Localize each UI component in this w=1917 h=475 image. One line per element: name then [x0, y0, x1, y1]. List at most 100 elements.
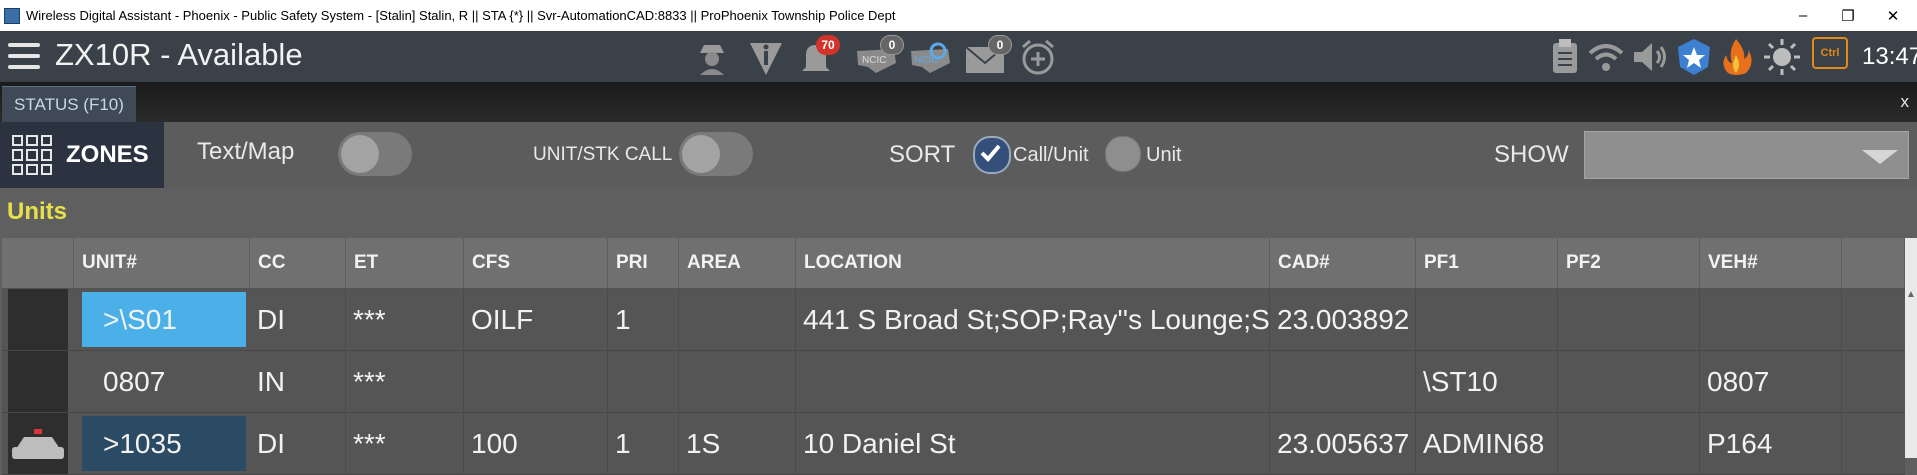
cell-unit[interactable]: >1035 — [96, 413, 250, 474]
tab-strip: STATUS (F10) x — [0, 82, 1917, 123]
header-extra — [1842, 238, 1905, 288]
cell-cc: DI — [250, 289, 346, 350]
restore-button[interactable]: ❐ — [1828, 0, 1868, 31]
sort-call-unit-radio[interactable] — [973, 136, 1011, 174]
vertical-scrollbar[interactable]: ▲ — [1905, 238, 1917, 458]
app-icon — [4, 7, 20, 24]
scroll-up-icon[interactable]: ▲ — [1906, 290, 1916, 300]
dropdown-arrow-icon — [1862, 150, 1898, 164]
show-label: SHOW — [1494, 141, 1569, 168]
unit-stk-call-label: UNIT/STK CALL — [533, 144, 673, 165]
sort-call-unit-label[interactable]: Call/Unit — [1013, 144, 1089, 167]
cell-pf2 — [1558, 289, 1700, 350]
col-pri[interactable]: PRI — [608, 238, 679, 288]
col-cc[interactable]: CC — [250, 238, 346, 288]
mail-count-badge: 0 — [988, 35, 1012, 55]
cell-cad: 23.005637 — [1270, 413, 1416, 474]
close-tab-button[interactable]: x — [1901, 92, 1910, 112]
cell-veh: 0807 — [1700, 351, 1842, 412]
cell-cc: IN — [250, 351, 346, 412]
clipboard-icon[interactable] — [1548, 37, 1582, 77]
zones-label: ZONES — [66, 141, 149, 168]
cell-pf2 — [1558, 351, 1700, 412]
info-icon[interactable] — [746, 37, 786, 77]
table-row[interactable]: >1035 DI *** 100 1 1S 10 Daniel St 23.00… — [2, 413, 1905, 475]
text-map-label: Text/Map — [197, 138, 295, 165]
cell-location: 441 S Broad St;SOP;Ray''s Lounge;SC — [796, 289, 1270, 350]
window-titlebar: Wireless Digital Assistant - Phoenix - P… — [0, 0, 1917, 31]
cell-area — [679, 351, 796, 412]
text-map-toggle[interactable] — [338, 132, 412, 176]
col-veh[interactable]: VEH# — [1700, 238, 1842, 288]
ncic-search-icon[interactable]: NCIC — [908, 37, 954, 77]
col-pf2[interactable]: PF2 — [1558, 238, 1700, 288]
cell-et: *** — [346, 289, 464, 350]
cell-cfs: 100 — [464, 413, 608, 474]
mail-icon[interactable]: 0 — [962, 35, 1012, 77]
col-pf1[interactable]: PF1 — [1416, 238, 1558, 288]
col-cfs[interactable]: CFS — [464, 238, 608, 288]
cell-pf1 — [1416, 289, 1558, 350]
sort-label: SORT — [889, 141, 956, 168]
cell-et: *** — [346, 413, 464, 474]
cell-area: 1S — [679, 413, 796, 474]
cell-pf2 — [1558, 413, 1700, 474]
cell-cad — [1270, 351, 1416, 412]
cell-pf1: ADMIN68 — [1416, 413, 1558, 474]
col-et[interactable]: ET — [346, 238, 464, 288]
cell-pf1: \ST10 — [1416, 351, 1558, 412]
cell-et: *** — [346, 351, 464, 412]
minimize-button[interactable]: – — [1783, 0, 1823, 31]
sort-unit-radio[interactable] — [1105, 136, 1141, 172]
cell-area — [679, 289, 796, 350]
col-unit[interactable]: UNIT# — [74, 238, 250, 288]
unit-status-title: ZX10R - Available — [55, 37, 303, 72]
alarm-clock-icon[interactable] — [1018, 37, 1058, 77]
cell-cfs — [464, 351, 608, 412]
cell-cc: DI — [250, 413, 346, 474]
tab-status[interactable]: STATUS (F10) — [2, 86, 136, 123]
cell-veh — [1700, 289, 1842, 350]
brightness-icon[interactable] — [1762, 37, 1802, 77]
cell-unit[interactable]: 0807 — [96, 351, 250, 412]
close-window-button[interactable]: ✕ — [1873, 0, 1913, 31]
table-row[interactable]: 0807 IN *** \ST10 0807 — [2, 351, 1905, 413]
row-header — [8, 413, 68, 474]
ncic-icon[interactable]: NCIC 0 — [854, 35, 904, 77]
toolbar: ZONES Text/Map UNIT/STK CALL SORT Call/U… — [0, 122, 1917, 188]
cell-location: 10 Daniel St — [796, 413, 1270, 474]
zones-button[interactable]: ZONES — [0, 122, 164, 188]
unit-stk-call-toggle[interactable] — [679, 132, 753, 176]
checkmark-icon — [980, 144, 1001, 162]
section-title: Units — [7, 198, 67, 225]
sort-unit-label[interactable]: Unit — [1146, 144, 1182, 167]
cell-pri: 1 — [608, 289, 679, 350]
clock: 13:47 — [1862, 43, 1917, 70]
cell-cad: 23.003892 — [1270, 289, 1416, 350]
units-table: UNIT# CC ET CFS PRI AREA LOCATION CAD# P… — [2, 238, 1905, 475]
show-dropdown[interactable] — [1584, 131, 1909, 179]
col-area[interactable]: AREA — [679, 238, 796, 288]
top-bar: ZX10R - Available 70 NCIC 0 NCIC 0 Ctrl … — [0, 31, 1917, 82]
row-header — [8, 289, 68, 350]
notifications-icon[interactable]: 70 — [796, 35, 840, 77]
row-header — [8, 351, 68, 412]
ctrl-key-button[interactable]: Ctrl — [1812, 37, 1848, 69]
cell-cfs: OILF — [464, 289, 608, 350]
volume-icon[interactable] — [1630, 37, 1670, 77]
col-cad[interactable]: CAD# — [1270, 238, 1416, 288]
header-blank — [2, 238, 74, 288]
cell-pri: 1 — [608, 413, 679, 474]
cell-unit[interactable]: >\S01 — [96, 289, 250, 350]
col-location[interactable]: LOCATION — [796, 238, 1270, 288]
table-header: UNIT# CC ET CFS PRI AREA LOCATION CAD# P… — [2, 238, 1905, 289]
police-badge-icon[interactable] — [1674, 37, 1714, 77]
ncic-count-badge: 0 — [880, 35, 904, 55]
table-row[interactable]: >\S01 DI *** OILF 1 441 S Broad St;SOP;R… — [2, 289, 1905, 351]
menu-icon[interactable] — [8, 43, 40, 69]
fire-icon[interactable] — [1716, 37, 1756, 77]
wifi-icon — [1588, 44, 1624, 71]
spy-icon[interactable] — [692, 37, 732, 77]
window-title: Wireless Digital Assistant - Phoenix - P… — [26, 8, 896, 23]
police-car-icon — [12, 429, 64, 459]
